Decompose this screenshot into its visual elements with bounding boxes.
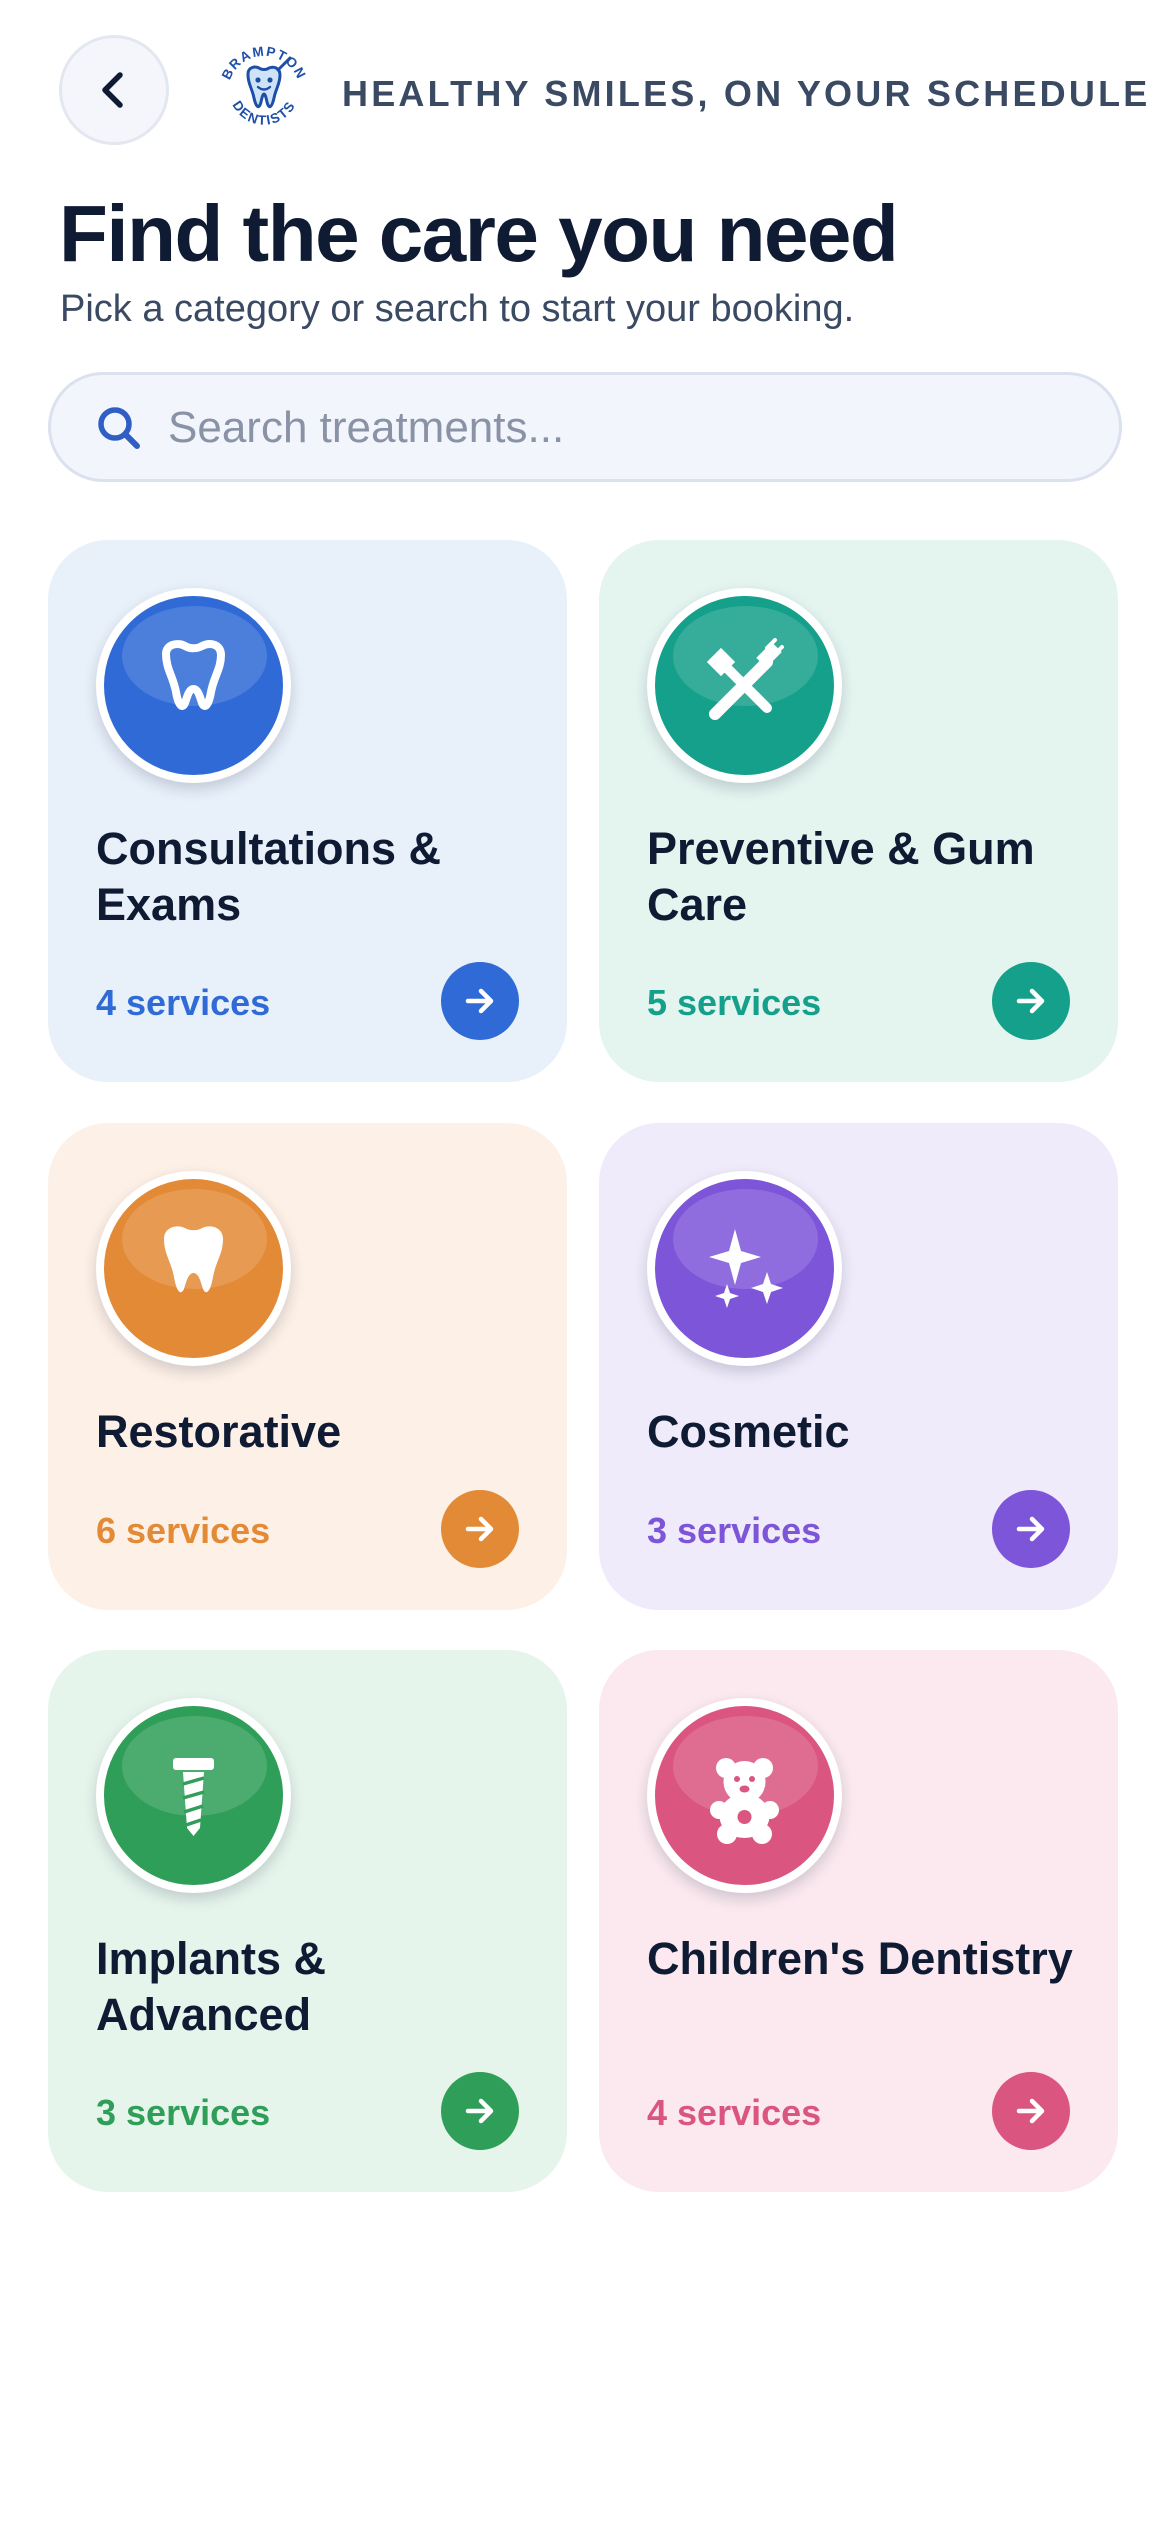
category-service-count: 4 services: [647, 2092, 822, 2133]
brampton-dentists-logo: BRAMPTON DENTISTS: [219, 44, 308, 128]
teddy-bear-icon: [710, 1758, 779, 1844]
arrow-right-icon: [465, 2098, 494, 2124]
category-title: Children's Dentistry: [647, 1933, 1073, 1984]
category-service-count: 3 services: [96, 2092, 271, 2133]
treatment-categories-screen: BRAMPTON DENTISTS HEALTHY SMILES, ON YOU…: [0, 0, 1170, 2532]
open-category-button[interactable]: [441, 1490, 519, 1568]
page-title: Find the care you need: [59, 189, 899, 278]
arrow-right-icon: [1016, 2098, 1045, 2124]
arrow-right-icon: [1016, 1516, 1045, 1542]
open-category-button[interactable]: [992, 1490, 1070, 1568]
toothbrush-icon: [706, 638, 784, 720]
arrow-right-icon: [465, 988, 494, 1014]
open-category-button[interactable]: [441, 962, 519, 1040]
category-card-preventive-gum-care[interactable]: Preventive & Gum Care 5 services: [599, 540, 1118, 1082]
category-service-count: 6 services: [96, 1510, 271, 1551]
app-header: BRAMPTON DENTISTS HEALTHY SMILES, ON YOU…: [59, 35, 1147, 150]
category-icon-badge: [96, 1698, 291, 1893]
category-icon-badge: [647, 588, 842, 783]
category-title: Preventive & Gum Care: [647, 823, 1035, 930]
svg-text:DENTISTS: DENTISTS: [229, 98, 298, 128]
chevron-left-icon: [102, 72, 123, 108]
search-bar[interactable]: [48, 372, 1122, 482]
category-icon-badge: [96, 588, 291, 783]
open-category-button[interactable]: [992, 962, 1070, 1040]
back-button[interactable]: [59, 35, 169, 145]
tooth-icon: [162, 640, 225, 710]
category-card-cosmetic[interactable]: Cosmetic 3 services: [599, 1123, 1118, 1610]
category-service-count: 4 services: [96, 982, 271, 1023]
page-subtitle: Pick a category or search to start your …: [60, 288, 855, 330]
arrow-right-icon: [465, 1516, 494, 1542]
implant-screw-icon: [173, 1758, 214, 1836]
sparkles-icon: [709, 1229, 783, 1308]
arrow-right-icon: [1016, 988, 1045, 1014]
category-service-count: 5 services: [647, 982, 822, 1023]
category-title: Consultations & Exams: [96, 823, 441, 930]
open-category-button[interactable]: [441, 2072, 519, 2150]
search-icon: [98, 407, 140, 449]
category-card-childrens-dentistry[interactable]: Children's Dentistry 4 services: [599, 1650, 1118, 2192]
category-title: Implants & Advanced: [96, 1933, 327, 2040]
category-icon-badge: [96, 1171, 291, 1366]
category-service-count: 3 services: [647, 1510, 822, 1551]
category-title: Restorative: [96, 1406, 342, 1457]
category-card-consultations-exams[interactable]: Consultations & Exams 4 services: [48, 540, 567, 1082]
category-card-implants-advanced[interactable]: Implants & Advanced 3 services: [48, 1650, 567, 2192]
tooth-icon: [164, 1226, 223, 1293]
category-icon-badge: [647, 1698, 842, 1893]
open-category-button[interactable]: [992, 2072, 1070, 2150]
tagline: HEALTHY SMILES, ON YOUR SCHEDULE: [342, 73, 1151, 114]
category-card-restorative[interactable]: Restorative 6 services: [48, 1123, 567, 1610]
search-input[interactable]: [166, 395, 1070, 461]
category-title: Cosmetic: [647, 1406, 850, 1457]
category-icon-badge: [647, 1171, 842, 1366]
